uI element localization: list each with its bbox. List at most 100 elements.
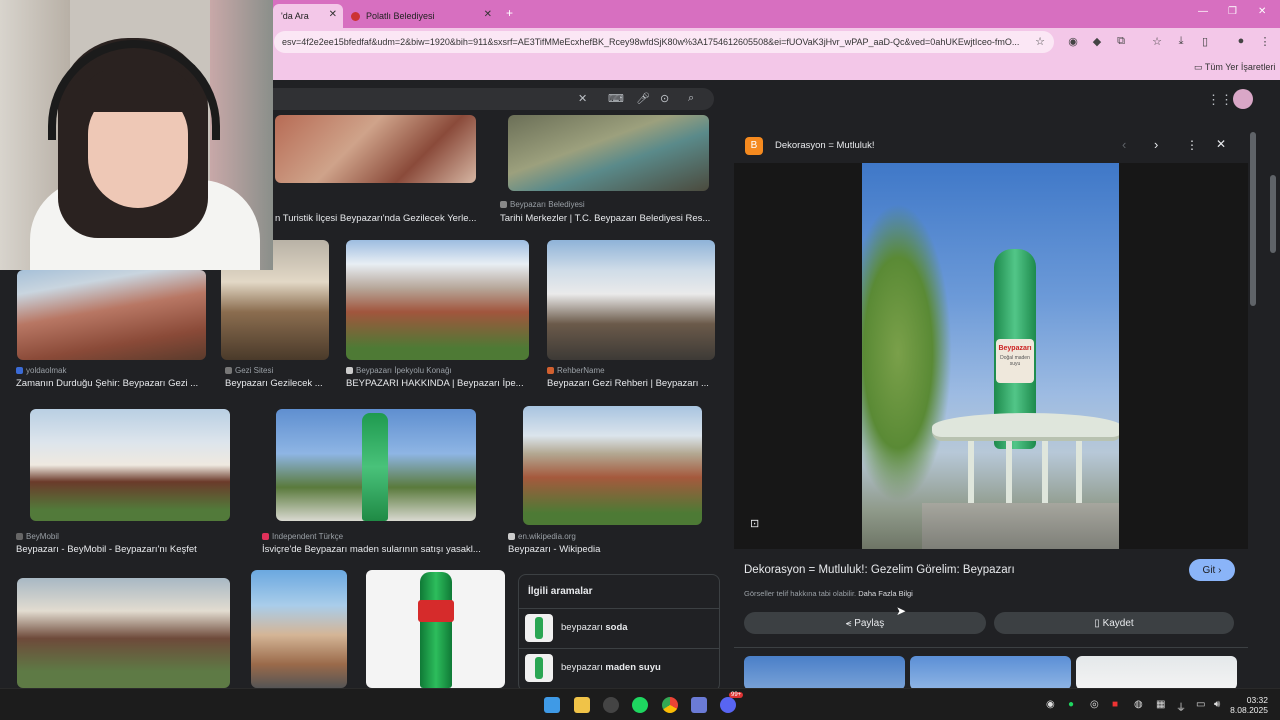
clear-icon[interactable]: ✕ [578, 92, 587, 105]
volume-icon[interactable]: 🔊︎ [1214, 699, 1220, 710]
bottle-label: Beypazarı Doğal maden suyu [996, 339, 1034, 383]
spotify-tray-icon[interactable]: ● [1068, 699, 1074, 710]
window-close-icon[interactable]: ✕ [1258, 6, 1266, 17]
bottle-icon [418, 572, 454, 688]
app-tray-icon[interactable]: ▦ [1156, 699, 1165, 710]
related-heading: İlgili aramalar [528, 586, 593, 597]
go-button[interactable]: Git › [1189, 559, 1235, 581]
result-source: Beypazarı İpekyolu Konağı [346, 366, 452, 375]
result-image[interactable] [17, 270, 206, 360]
close-tab-icon[interactable]: ✕ [329, 9, 337, 20]
result-title[interactable]: Beypazarı Gezi Rehberi | Beypazarı ... [547, 378, 717, 389]
app-tray-icon[interactable]: ■ [1112, 699, 1118, 710]
panel-scrollbar[interactable] [1250, 132, 1256, 306]
result-image[interactable] [275, 115, 476, 183]
result-title[interactable]: Zamanın Durduğu Şehir: Beypazarı Gezi ..… [16, 378, 214, 389]
result-image[interactable] [251, 570, 347, 688]
gazebo-roof [932, 413, 1119, 441]
share-label: Paylaş [854, 617, 885, 629]
result-title[interactable]: BEYPAZARI HAKKINDA | Beypazarı İpe... [346, 378, 526, 389]
search-icon[interactable]: ⌕ [688, 92, 694, 105]
result-title[interactable]: İsviçre'de Beypazarı maden sularının sat… [262, 544, 488, 555]
result-title[interactable]: Tarihi Merkezler | T.C. Beypazarı Beledi… [500, 213, 720, 224]
menu-icon[interactable]: ⋮ [1258, 35, 1272, 48]
mic-icon[interactable]: 🎤︎ [636, 92, 650, 105]
next-icon[interactable]: › [1154, 137, 1158, 152]
prev-icon[interactable]: ‹ [1122, 137, 1126, 152]
new-tab-button[interactable]: + [506, 6, 513, 20]
start-icon[interactable] [544, 697, 560, 713]
obs-tray-icon[interactable]: ◎ [1090, 699, 1099, 710]
blogger-icon: B [745, 137, 763, 155]
related-item-maden-suyu[interactable]: beypazarı maden suyu [525, 652, 715, 684]
share-button[interactable]: ⪪ Paylaş [744, 612, 986, 634]
more-info-link[interactable]: Daha Fazla Bilgi [858, 589, 913, 598]
similar-image[interactable] [744, 656, 905, 688]
preview-image[interactable]: Beypazarı Doğal maden suyu [862, 163, 1119, 549]
steam-tray-icon[interactable]: ◍ [1134, 699, 1143, 710]
close-tab-icon[interactable]: ✕ [484, 9, 492, 20]
result-image[interactable] [346, 240, 529, 360]
avatar[interactable] [1233, 89, 1253, 109]
result-image[interactable] [276, 409, 476, 521]
save-label: Kaydet [1102, 617, 1134, 629]
address-bar[interactable]: esv=4f2e2ee15bfedfaf&udm=2&biw=1920&bih=… [274, 31, 1054, 53]
minimize-icon[interactable]: — [1198, 6, 1208, 17]
result-image[interactable] [547, 240, 715, 360]
puzzle-icon[interactable]: ⧉ [1114, 35, 1128, 48]
result-image[interactable] [366, 570, 505, 688]
favicon-icon [351, 11, 360, 21]
result-source: Independent Türkçe [262, 532, 343, 541]
obs-icon[interactable] [603, 697, 619, 713]
more-options-icon[interactable]: ⋮ [1186, 138, 1198, 152]
keyboard-icon[interactable]: ⌨ [608, 92, 624, 105]
close-panel-icon[interactable]: ✕ [1216, 137, 1226, 151]
save-button[interactable]: ▯ Kaydet [994, 612, 1234, 634]
panel-title[interactable]: Dekorasyon = Mutluluk!: Gezelim Görelim:… [744, 564, 1015, 576]
extension-icon[interactable]: ◉ [1066, 35, 1080, 48]
result-title[interactable]: n Turistik İlçesi Beypazarı'nda Gezilece… [275, 213, 485, 224]
spotify-icon[interactable] [632, 697, 648, 713]
related-searches: İlgili aramalar beypazarı soda beypazarı… [518, 574, 720, 688]
related-item-soda[interactable]: beypazarı soda [525, 612, 715, 644]
bookmarks-icon[interactable]: ☆ [1150, 35, 1164, 48]
tab-polatli[interactable]: Polatlı Belediyesi ✕ [343, 4, 498, 28]
panel-site-name[interactable]: Dekorasyon = Mutluluk! [775, 140, 875, 151]
apps-grid-icon[interactable]: ⋮⋮ [1207, 92, 1233, 108]
mouse-cursor: ➤ [896, 604, 907, 618]
discord-tray-icon[interactable]: ◉ [1046, 699, 1055, 710]
profile-icon[interactable]: ● [1234, 35, 1248, 47]
page-scrollbar[interactable] [1270, 175, 1276, 253]
tab-search[interactable]: 'da Ara ✕ [273, 4, 343, 28]
tab-label: Polatlı Belediyesi [366, 11, 435, 21]
lens-search-icon[interactable]: ⊡ [750, 517, 759, 530]
result-title[interactable]: Beypazarı - Wikipedia [508, 544, 708, 555]
download-icon[interactable]: ⤓ [1174, 35, 1188, 48]
result-title[interactable]: Beypazarı - BeyMobil - Beypazarı'nı Keşf… [16, 544, 246, 555]
copyright-notice: Görseller telif hakkına tabi olabilir. D… [744, 589, 913, 598]
result-image[interactable] [30, 409, 230, 521]
star-bookmark-icon[interactable]: ☆ [1033, 35, 1047, 48]
side-panel-icon[interactable]: ▯ [1198, 35, 1212, 48]
result-image[interactable] [508, 115, 709, 191]
similar-image[interactable] [910, 656, 1071, 688]
result-title[interactable]: Beypazarı Gezilecek ... [225, 378, 333, 389]
restore-icon[interactable]: ❐ [1228, 6, 1237, 17]
all-bookmarks[interactable]: ▭ Tüm Yer İşaretleri [1194, 62, 1275, 73]
app-icon[interactable] [691, 697, 707, 713]
result-image[interactable] [17, 578, 230, 688]
extension-icon[interactable]: ◆ [1090, 35, 1104, 48]
discord-icon[interactable] [720, 697, 736, 713]
file-explorer-icon[interactable] [574, 697, 590, 713]
similar-image[interactable] [1076, 656, 1237, 688]
bottle-icon [362, 413, 388, 521]
go-label: Git [1202, 564, 1216, 576]
network-icon[interactable]: ▭ [1196, 699, 1205, 710]
lens-icon[interactable]: ⊙ [660, 92, 669, 105]
clock[interactable]: 03:32 8.08.2025 [1230, 695, 1268, 715]
result-image[interactable] [523, 406, 702, 525]
preview-image-area: Beypazarı Doğal maden suyu ⊡ [734, 163, 1248, 549]
chrome-icon[interactable] [662, 697, 678, 713]
usb-icon[interactable]: ⏚ [1176, 699, 1186, 714]
result-source: BeyMobil [16, 532, 59, 541]
